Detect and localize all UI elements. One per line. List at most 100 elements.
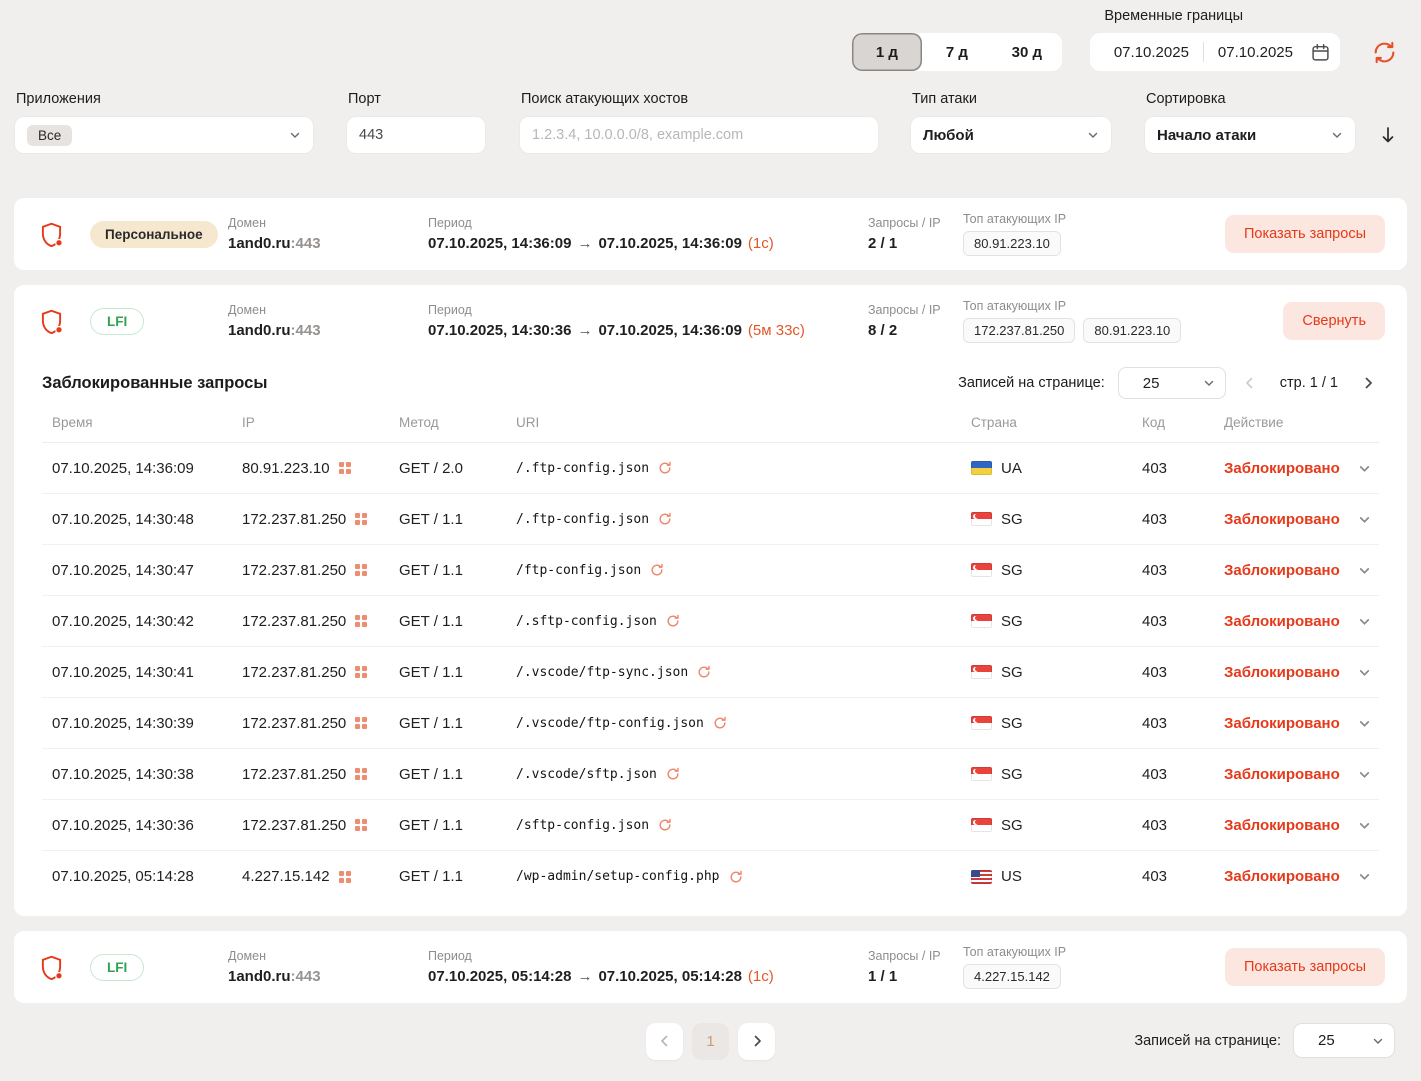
replay-request-icon[interactable] (658, 512, 672, 526)
replay-request-icon[interactable] (650, 563, 664, 577)
per-page-select[interactable]: 25 (1118, 367, 1226, 399)
row-status-code: 403 (1132, 511, 1214, 528)
row-time: 07.10.2025, 14:30:41 (42, 664, 232, 681)
row-expand-icon[interactable] (1358, 666, 1371, 679)
attack-type-select[interactable]: Любой (910, 116, 1112, 154)
refresh-icon[interactable] (1372, 40, 1397, 65)
calendar-icon[interactable] (1311, 43, 1330, 62)
table-row: 07.10.2025, 14:30:48 172.237.81.250 GET … (42, 494, 1379, 545)
row-ip: 172.237.81.250 (242, 613, 346, 630)
preset-1d-button[interactable]: 1 д (852, 33, 922, 71)
ip-grid-icon[interactable] (355, 717, 367, 729)
row-method: GET / 1.1 (389, 562, 506, 579)
time-bounds-section: Временные границы 1 д 7 д 30 д 07.10.202… (14, 6, 1407, 71)
host-search-label: Поиск атакующих хостов (519, 91, 879, 107)
row-expand-icon[interactable] (1358, 462, 1371, 475)
blocked-requests-table-body: 07.10.2025, 14:36:09 80.91.223.10 GET / … (42, 443, 1379, 902)
domain-label: Домен (228, 303, 428, 317)
date-to-value[interactable]: 07.10.2025 (1204, 44, 1307, 61)
row-time: 07.10.2025, 14:30:42 (42, 613, 232, 630)
replay-request-icon[interactable] (666, 614, 680, 628)
row-action-label: Заблокировано (1224, 817, 1340, 834)
row-expand-icon[interactable] (1358, 870, 1371, 883)
sort-direction-icon[interactable] (1380, 116, 1396, 154)
domain-port: :443 (291, 968, 321, 985)
row-method: GET / 1.1 (389, 868, 506, 885)
table-next-page-icon[interactable] (1357, 376, 1379, 390)
row-country-code: SG (1001, 664, 1023, 681)
row-status-code: 403 (1132, 460, 1214, 477)
arrow-right-icon: → (571, 235, 598, 252)
show-requests-button[interactable]: Показать запросы (1225, 215, 1385, 253)
row-expand-icon[interactable] (1358, 768, 1371, 781)
top-ip-chip[interactable]: 172.237.81.250 (963, 318, 1075, 343)
row-time: 07.10.2025, 14:30:36 (42, 817, 232, 834)
col-country: Страна (961, 415, 1132, 430)
chevron-down-icon (1331, 129, 1343, 141)
row-expand-icon[interactable] (1358, 564, 1371, 577)
row-expand-icon[interactable] (1358, 615, 1371, 628)
row-time: 07.10.2025, 14:30:38 (42, 766, 232, 783)
row-status-code: 403 (1132, 715, 1214, 732)
row-expand-icon[interactable] (1358, 717, 1371, 730)
sort-select[interactable]: Начало атаки (1144, 116, 1356, 154)
replay-request-icon[interactable] (697, 665, 711, 679)
apps-filter-select[interactable]: Все (14, 116, 314, 154)
ip-grid-icon[interactable] (355, 513, 367, 525)
domain-value: 1and0.ru (228, 235, 291, 252)
preset-7d-button[interactable]: 7 д (922, 33, 992, 71)
ip-grid-icon[interactable] (355, 666, 367, 678)
collapse-requests-button[interactable]: Свернуть (1283, 302, 1385, 340)
replay-request-icon[interactable] (729, 870, 743, 884)
ip-grid-icon[interactable] (355, 564, 367, 576)
country-flag (971, 461, 992, 475)
blocked-requests-title: Заблокированные запросы (42, 374, 267, 393)
arrow-right-icon: → (571, 968, 598, 985)
row-expand-icon[interactable] (1358, 819, 1371, 832)
ip-grid-icon[interactable] (355, 615, 367, 627)
period-start: 07.10.2025, 14:30:36 (428, 322, 571, 339)
attack-type-label: Тип атаки (910, 91, 1112, 107)
row-ip: 172.237.81.250 (242, 562, 346, 579)
top-ip-chip[interactable]: 80.91.223.10 (1083, 318, 1181, 343)
prev-page-button[interactable] (646, 1023, 683, 1060)
domain-label: Домен (228, 949, 428, 963)
replay-request-icon[interactable] (658, 818, 672, 832)
show-requests-button[interactable]: Показать запросы (1225, 948, 1385, 986)
preset-30d-button[interactable]: 30 д (992, 33, 1062, 71)
date-from-value[interactable]: 07.10.2025 (1100, 44, 1203, 61)
replay-request-icon[interactable] (666, 767, 680, 781)
row-expand-icon[interactable] (1358, 513, 1371, 526)
apps-filter-chip[interactable]: Все (27, 125, 72, 146)
requests-ip-value: 2 / 1 (868, 235, 963, 252)
replay-request-icon[interactable] (658, 461, 672, 475)
ip-grid-icon[interactable] (355, 819, 367, 831)
table-prev-page-icon[interactable] (1239, 376, 1261, 390)
row-ip: 80.91.223.10 (242, 460, 330, 477)
next-page-button[interactable] (738, 1023, 775, 1060)
sort-label: Сортировка (1144, 91, 1356, 107)
country-flag (971, 767, 992, 781)
chevron-down-icon (1203, 377, 1215, 389)
attack-type-value: Любой (923, 127, 974, 144)
ip-grid-icon[interactable] (355, 768, 367, 780)
filters-bar: Приложения Все Порт Поиск атакующих хост… (14, 91, 1407, 154)
host-search-input[interactable] (532, 127, 866, 143)
col-ip: IP (232, 415, 389, 430)
table-row: 07.10.2025, 14:30:36 172.237.81.250 GET … (42, 800, 1379, 851)
time-bounds-label: Временные границы (1104, 8, 1243, 24)
requests-ip-value: 8 / 2 (868, 322, 963, 339)
date-range-picker[interactable]: 07.10.2025 07.10.2025 (1090, 33, 1340, 71)
ip-grid-icon[interactable] (339, 462, 351, 474)
country-flag (971, 512, 992, 526)
row-uri: /ftp-config.json (516, 563, 641, 578)
top-ip-chip[interactable]: 4.227.15.142 (963, 964, 1061, 989)
top-ip-chip[interactable]: 80.91.223.10 (963, 231, 1061, 256)
replay-request-icon[interactable] (713, 716, 727, 730)
country-flag (971, 614, 992, 628)
page-1-button[interactable]: 1 (692, 1023, 729, 1060)
period-start: 07.10.2025, 14:36:09 (428, 235, 571, 252)
ip-grid-icon[interactable] (339, 871, 351, 883)
period-label: Период (428, 216, 868, 230)
port-input[interactable] (359, 127, 473, 143)
